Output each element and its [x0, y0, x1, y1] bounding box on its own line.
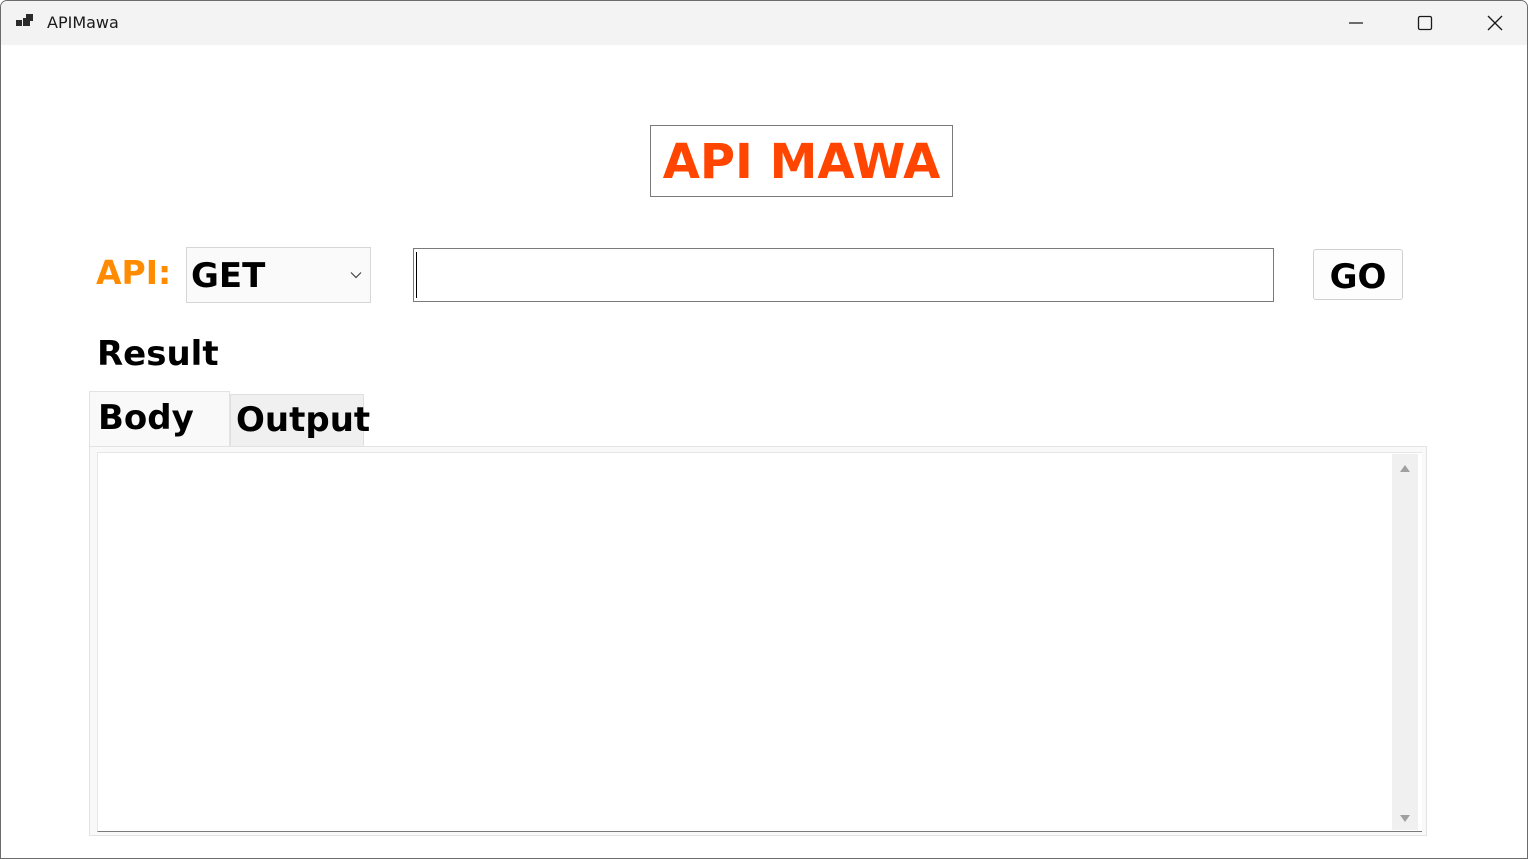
- api-label: API:: [96, 253, 172, 292]
- vertical-scrollbar[interactable]: [1392, 454, 1418, 830]
- maximize-button[interactable]: [1391, 1, 1459, 45]
- body-textarea[interactable]: [97, 452, 1422, 832]
- minimize-icon: [1349, 22, 1363, 24]
- close-icon: [1487, 15, 1503, 31]
- window-title: APIMawa: [47, 13, 119, 32]
- app-banner: API MAWA: [650, 125, 953, 197]
- maximize-icon: [1417, 15, 1433, 31]
- chevron-down-icon: [350, 272, 362, 279]
- app-icon: [16, 14, 34, 30]
- text-caret: [416, 252, 417, 298]
- tab-body[interactable]: Body: [89, 391, 230, 449]
- result-label: Result: [97, 334, 219, 374]
- go-button-label: GO: [1329, 257, 1387, 297]
- app-window: APIMawa API MAWA API: GET GO Result Body…: [0, 0, 1528, 859]
- go-button[interactable]: GO: [1313, 249, 1403, 300]
- method-dropdown[interactable]: GET: [186, 247, 371, 303]
- tab-panel-body: [89, 446, 1427, 836]
- scroll-down-arrow-icon[interactable]: [1399, 813, 1411, 823]
- url-input[interactable]: [413, 248, 1274, 302]
- scroll-up-arrow-icon[interactable]: [1399, 464, 1411, 474]
- title-bar[interactable]: APIMawa: [1, 1, 1527, 45]
- minimize-button[interactable]: [1322, 1, 1390, 45]
- close-button[interactable]: [1461, 1, 1527, 45]
- banner-title: API MAWA: [662, 134, 941, 190]
- tab-output[interactable]: Output: [230, 394, 370, 447]
- method-value: GET: [191, 256, 266, 296]
